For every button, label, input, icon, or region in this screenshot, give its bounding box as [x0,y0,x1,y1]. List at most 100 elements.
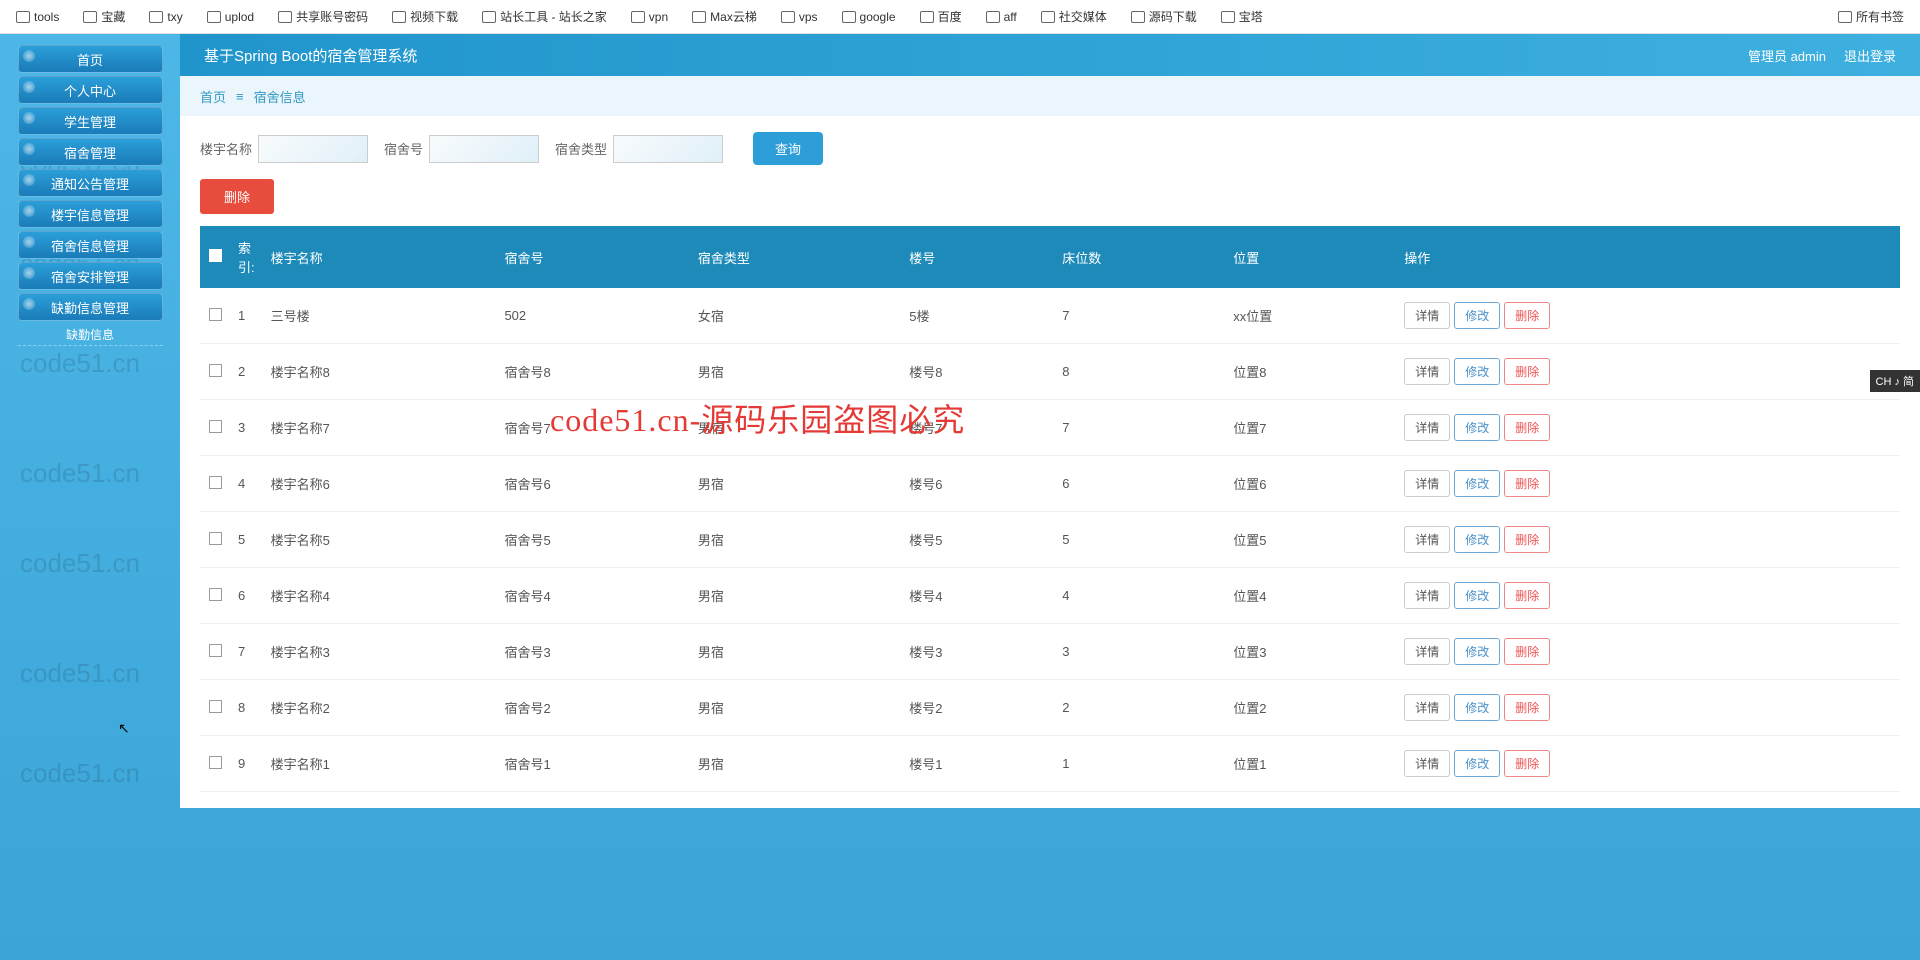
sidebar-menu-item[interactable]: 宿舍安排管理 [18,262,163,290]
edit-button[interactable]: 修改 [1454,526,1500,553]
edit-button[interactable]: 修改 [1454,358,1500,385]
row-delete-button[interactable]: 删除 [1504,302,1550,329]
cell-beds: 1 [1054,736,1225,792]
sidebar-menu-item[interactable]: 宿舍管理 [18,138,163,166]
edit-button[interactable]: 修改 [1454,470,1500,497]
bookmark-item[interactable]: uplod [207,8,254,25]
sidebar-menu-item[interactable]: 宿舍信息管理 [18,231,163,259]
input-building[interactable] [258,135,368,163]
bookmark-item[interactable]: txy [149,8,182,25]
row-delete-button[interactable]: 删除 [1504,750,1550,777]
cell-location: 位置2 [1225,680,1396,736]
cell-floorno: 楼号6 [901,456,1054,512]
query-button[interactable]: 查询 [753,132,823,165]
bookmark-item[interactable]: Max云梯 [692,8,757,25]
bookmark-item[interactable]: 共享账号密码 [278,8,368,25]
row-checkbox[interactable] [209,588,222,601]
cell-index: 6 [230,568,263,624]
cell-index: 2 [230,344,263,400]
detail-button[interactable]: 详情 [1404,526,1450,553]
logout-link[interactable]: 退出登录 [1844,46,1896,65]
row-delete-button[interactable]: 删除 [1504,358,1550,385]
detail-button[interactable]: 详情 [1404,750,1450,777]
checkbox-all[interactable] [209,249,222,262]
input-dormno[interactable] [429,135,539,163]
breadcrumb-home[interactable]: 首页 [200,87,226,106]
cell-location: 位置7 [1225,400,1396,456]
cell-floorno: 楼号4 [901,568,1054,624]
cell-floorno: 楼号3 [901,624,1054,680]
bookmark-item[interactable]: 宝藏 [83,8,125,25]
edit-button[interactable]: 修改 [1454,750,1500,777]
edit-button[interactable]: 修改 [1454,694,1500,721]
detail-button[interactable]: 详情 [1404,302,1450,329]
detail-button[interactable]: 详情 [1404,582,1450,609]
cell-dormno: 宿舍号2 [496,680,689,736]
row-checkbox[interactable] [209,476,222,489]
sidebar-menu-item[interactable]: 学生管理 [18,107,163,135]
bookmark-item[interactable]: 视频下载 [392,8,458,25]
app-title: 基于Spring Boot的宿舍管理系统 [204,45,417,66]
bookmark-item[interactable]: google [842,8,896,25]
detail-button[interactable]: 详情 [1404,358,1450,385]
row-checkbox[interactable] [209,308,222,321]
row-delete-button[interactable]: 删除 [1504,470,1550,497]
sidebar-menu-item[interactable]: 缺勤信息管理 [18,293,163,321]
cell-operate: 详情 修改 删除 [1396,456,1900,512]
bookmark-item[interactable]: 社交媒体 [1041,8,1107,25]
sidebar-menu-item[interactable]: 首页 [18,45,163,73]
row-delete-button[interactable]: 删除 [1504,414,1550,441]
edit-button[interactable]: 修改 [1454,414,1500,441]
folder-icon [781,11,795,23]
row-delete-button[interactable]: 删除 [1504,582,1550,609]
bookmark-item[interactable]: aff [986,8,1017,25]
cell-dormtype: 男宿 [690,736,901,792]
edit-button[interactable]: 修改 [1454,582,1500,609]
sidebar-menu-item[interactable]: 个人中心 [18,76,163,104]
bookmark-item[interactable]: vps [781,8,818,25]
bookmark-item[interactable]: tools [16,8,59,25]
bookmark-item[interactable]: 源码下载 [1131,8,1197,25]
detail-button[interactable]: 详情 [1404,638,1450,665]
table-row: 6 楼宇名称4 宿舍号4 男宿 楼号4 4 位置4 详情 修改 删除 [200,568,1900,624]
cell-floorno: 楼号7 [901,400,1054,456]
row-checkbox[interactable] [209,700,222,713]
row-delete-button[interactable]: 删除 [1504,638,1550,665]
cell-floorno: 楼号2 [901,680,1054,736]
input-dormtype[interactable] [613,135,723,163]
cell-operate: 详情 修改 删除 [1396,680,1900,736]
bookmark-label: 社交媒体 [1059,8,1107,25]
bookmark-label: 百度 [938,8,962,25]
sidebar-sub-absence[interactable]: 缺勤信息 [18,324,163,346]
table-row: 1 三号楼 502 女宿 5楼 7 xx位置 详情 修改 删除 [200,288,1900,344]
cell-beds: 4 [1054,568,1225,624]
row-checkbox[interactable] [209,644,222,657]
detail-button[interactable]: 详情 [1404,414,1450,441]
row-checkbox[interactable] [209,532,222,545]
bookmark-all[interactable]: 所有书签 [1838,8,1904,25]
cell-dormno: 宿舍号6 [496,456,689,512]
breadcrumb: 首页 ≡ 宿舍信息 [180,76,1920,116]
sidebar-menu-item[interactable]: 楼宇信息管理 [18,200,163,228]
edit-button[interactable]: 修改 [1454,302,1500,329]
bookmark-label: uplod [225,10,254,24]
bookmark-item[interactable]: vpn [631,8,668,25]
delete-button[interactable]: 删除 [200,179,274,214]
bookmark-item[interactable]: 百度 [920,8,962,25]
cursor-icon: ↖ [118,720,130,737]
row-checkbox[interactable] [209,420,222,433]
row-checkbox[interactable] [209,364,222,377]
folder-icon [1131,11,1145,23]
row-checkbox[interactable] [209,756,222,769]
row-delete-button[interactable]: 删除 [1504,694,1550,721]
bookmark-item[interactable]: 宝塔 [1221,8,1263,25]
bookmark-item[interactable]: 站长工具 - 站长之家 [482,8,607,25]
sidebar-menu-item[interactable]: 通知公告管理 [18,169,163,197]
sidebar-sub-label: 缺勤信息 [66,326,114,343]
detail-button[interactable]: 详情 [1404,694,1450,721]
detail-button[interactable]: 详情 [1404,470,1450,497]
edit-button[interactable]: 修改 [1454,638,1500,665]
row-delete-button[interactable]: 删除 [1504,526,1550,553]
cell-building: 楼宇名称2 [263,680,497,736]
folder-icon [631,11,645,23]
